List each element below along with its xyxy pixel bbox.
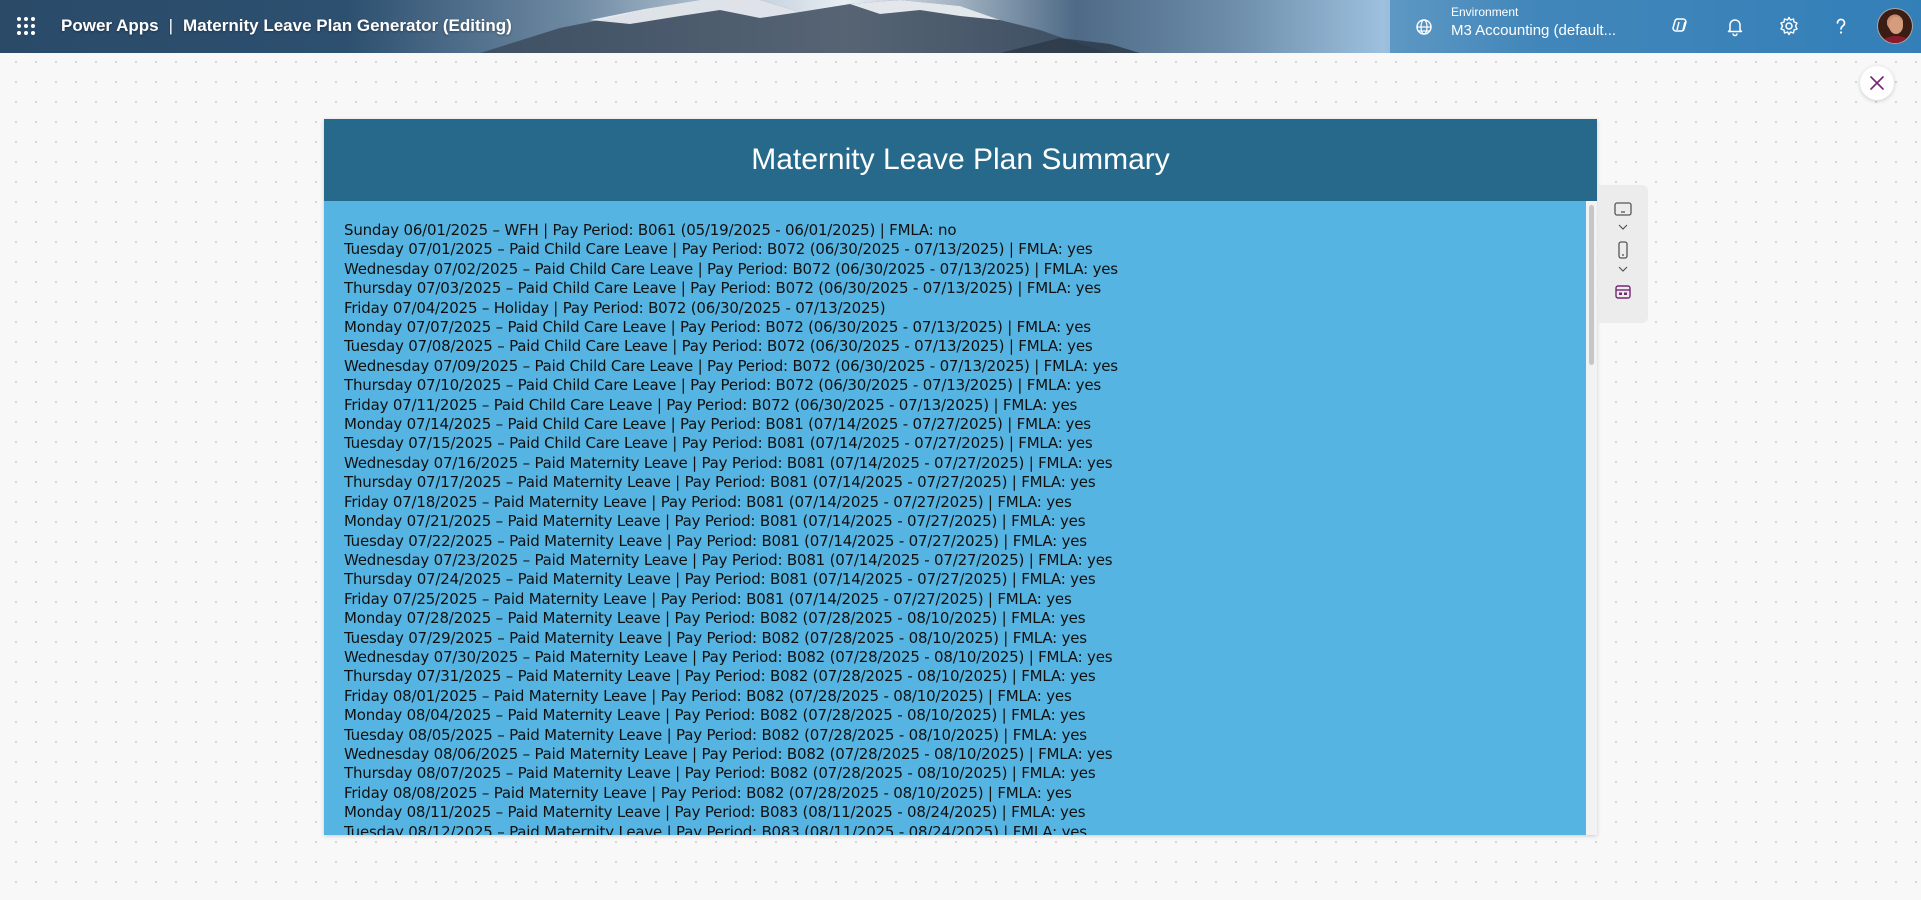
plan-line: Tuesday 07/01/2025 – Paid Child Care Lea… xyxy=(344,240,1093,259)
bell-icon[interactable] xyxy=(1724,15,1746,37)
environment-selector[interactable]: M3 Accounting (default... xyxy=(1451,22,1616,39)
product-name[interactable]: Power Apps xyxy=(61,16,159,36)
plan-line: Friday 08/08/2025 – Paid Maternity Leave… xyxy=(344,783,1072,802)
plan-line: Wednesday 07/02/2025 – Paid Child Care L… xyxy=(344,259,1118,278)
plan-line: Sunday 06/01/2025 – WFH | Pay Period: B0… xyxy=(344,221,957,239)
plan-line: Tuesday 08/05/2025 – Paid Maternity Leav… xyxy=(344,725,1087,744)
summary-header: Maternity Leave Plan Summary xyxy=(324,119,1597,201)
plan-line: Thursday 07/17/2025 – Paid Maternity Lea… xyxy=(344,473,1096,492)
plan-line: Wednesday 08/06/2025 – Paid Maternity Le… xyxy=(344,744,1113,763)
plan-line: Friday 07/25/2025 – Paid Maternity Leave… xyxy=(344,589,1072,608)
layout-toolbar xyxy=(1598,185,1648,323)
close-icon xyxy=(1870,76,1884,90)
plan-line: Wednesday 07/09/2025 – Paid Child Care L… xyxy=(344,356,1118,375)
plan-line: Friday 07/11/2025 – Paid Child Care Leav… xyxy=(344,395,1078,414)
close-button[interactable] xyxy=(1860,66,1894,100)
title-separator: | xyxy=(168,16,174,35)
vertical-scrollbar[interactable] xyxy=(1586,201,1597,835)
plan-line: Tuesday 07/29/2025 – Paid Maternity Leav… xyxy=(344,628,1087,647)
plan-line: Wednesday 07/16/2025 – Paid Maternity Le… xyxy=(344,453,1113,472)
plan-line: Monday 07/28/2025 – Paid Maternity Leave… xyxy=(344,609,1086,628)
summary-body[interactable]: Sunday 06/01/2025 – WFH | Pay Period: B0… xyxy=(324,201,1586,835)
environment-globe-icon[interactable] xyxy=(1414,17,1434,37)
plan-line: Monday 08/04/2025 – Paid Maternity Leave… xyxy=(344,706,1086,725)
document-name: Maternity Leave Plan Generator (Editing) xyxy=(183,16,512,35)
app-title: Power Apps | Maternity Leave Plan Genera… xyxy=(61,15,512,37)
question-icon[interactable] xyxy=(1830,15,1852,37)
card-view-icon[interactable] xyxy=(1613,282,1633,302)
phone-layout-icon[interactable] xyxy=(1613,240,1633,260)
plan-line: Wednesday 07/30/2025 – Paid Maternity Le… xyxy=(344,647,1113,666)
plan-line: Thursday 07/24/2025 – Paid Maternity Lea… xyxy=(344,570,1096,589)
plan-line: Thursday 07/31/2025 – Paid Maternity Lea… xyxy=(344,667,1096,686)
plan-line: Friday 08/01/2025 – Paid Maternity Leave… xyxy=(344,686,1072,705)
plan-line: Friday 07/18/2025 – Paid Maternity Leave… xyxy=(344,492,1072,511)
app-launcher-icon[interactable] xyxy=(17,17,35,35)
user-avatar[interactable] xyxy=(1877,8,1913,44)
chevron-down-icon[interactable] xyxy=(1616,265,1630,273)
environment-label: Environment xyxy=(1451,5,1519,19)
plan-line: Tuesday 07/22/2025 – Paid Maternity Leav… xyxy=(344,531,1087,550)
plan-line: Monday 07/21/2025 – Paid Maternity Leave… xyxy=(344,512,1086,531)
tablet-layout-icon[interactable] xyxy=(1613,199,1633,219)
plan-line: Tuesday 08/12/2025 – Paid Maternity Leav… xyxy=(344,822,1087,835)
copilot-icon[interactable] xyxy=(1670,15,1692,37)
plan-line: Thursday 08/07/2025 – Paid Maternity Lea… xyxy=(344,764,1096,783)
gear-icon[interactable] xyxy=(1778,15,1800,37)
summary-card: Maternity Leave Plan Summary Sunday 06/0… xyxy=(324,119,1597,835)
summary-title: Maternity Leave Plan Summary xyxy=(751,143,1170,176)
chevron-down-icon[interactable] xyxy=(1616,223,1630,231)
plan-line: Friday 07/04/2025 – Holiday | Pay Period… xyxy=(344,298,886,317)
plan-line: Monday 08/11/2025 – Paid Maternity Leave… xyxy=(344,803,1086,822)
plan-line: Tuesday 07/15/2025 – Paid Child Care Lea… xyxy=(344,434,1093,453)
plan-line: Monday 07/07/2025 – Paid Child Care Leav… xyxy=(344,318,1091,337)
plan-text: Sunday 06/01/2025 – WFH | Pay Period: B0… xyxy=(344,221,1574,835)
plan-line: Monday 07/14/2025 – Paid Child Care Leav… xyxy=(344,415,1091,434)
plan-line: Wednesday 07/23/2025 – Paid Maternity Le… xyxy=(344,550,1113,569)
scrollbar-thumb[interactable] xyxy=(1589,205,1594,365)
plan-line: Thursday 07/03/2025 – Paid Child Care Le… xyxy=(344,279,1101,298)
plan-line: Tuesday 07/08/2025 – Paid Child Care Lea… xyxy=(344,337,1093,356)
plan-line: Thursday 07/10/2025 – Paid Child Care Le… xyxy=(344,376,1101,395)
